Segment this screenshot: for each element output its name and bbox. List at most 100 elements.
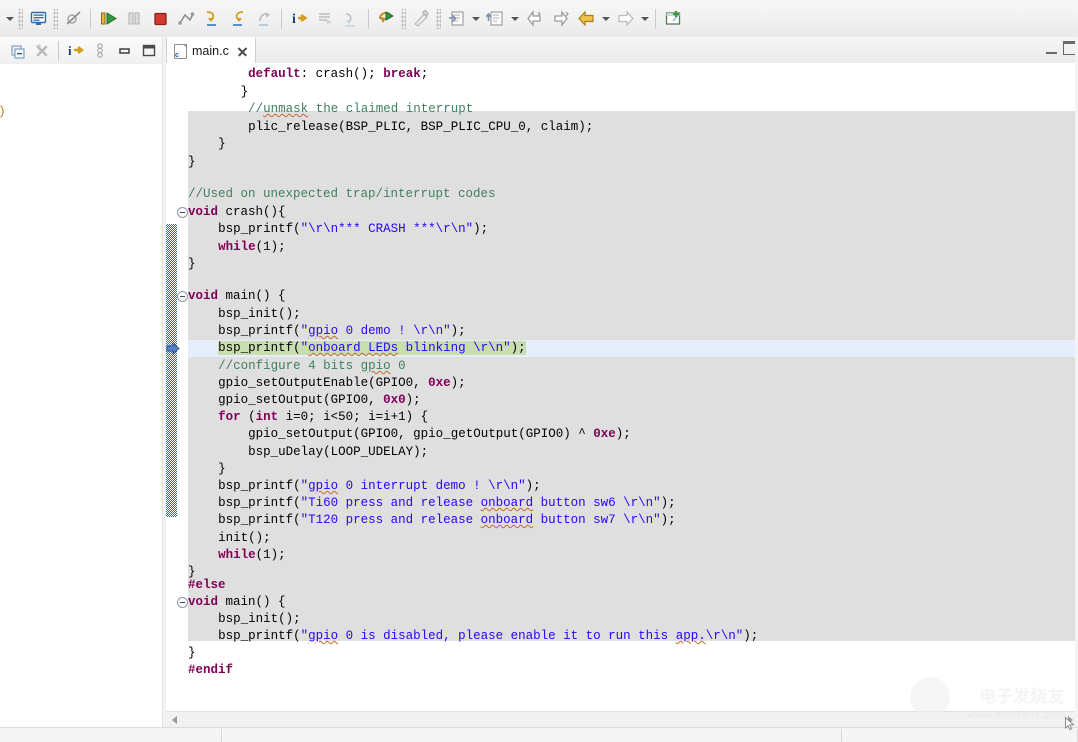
code-line[interactable]: while(1); xyxy=(218,547,286,565)
dots-handle[interactable] xyxy=(436,9,441,29)
code-line[interactable]: gpio_setOutputEnable(GPIO0, 0xe); xyxy=(218,375,466,393)
new-console-view-button[interactable] xyxy=(25,6,51,32)
fold-collapse-icon[interactable] xyxy=(177,291,188,302)
scroll-left-icon[interactable] xyxy=(166,712,182,728)
resume-icon xyxy=(99,9,118,28)
suspend-icon xyxy=(125,9,144,28)
code-line[interactable]: } xyxy=(218,136,226,154)
maximize-view-button[interactable] xyxy=(137,40,159,62)
code-token: main() { xyxy=(226,595,286,609)
skip-all-breakpoints-button[interactable] xyxy=(60,6,86,32)
back-dropdown-arrow[interactable] xyxy=(599,6,612,32)
code-token: onboard xyxy=(481,496,534,510)
back-arrow-icon xyxy=(577,9,596,28)
code-line[interactable]: bsp_printf("gpio 0 demo ! \r\n"); xyxy=(218,323,466,341)
collapse-all-button[interactable] xyxy=(6,40,28,62)
minimize-icon[interactable] xyxy=(1046,43,1057,54)
back-button[interactable] xyxy=(573,6,599,32)
code-line[interactable]: init(); xyxy=(218,530,271,548)
code-line[interactable]: //Used on unexpected trap/interrupt code… xyxy=(188,186,496,204)
code-token: gpio_setOutput(GPIO0, gpio_getOutput(GPI… xyxy=(248,427,593,441)
code-line[interactable]: while(1); xyxy=(218,239,286,257)
resume-button[interactable] xyxy=(95,6,121,32)
view-toolbar: i xyxy=(0,37,170,65)
code-line[interactable]: } xyxy=(188,154,196,172)
fold-collapse-icon[interactable] xyxy=(177,597,188,608)
step-return-button[interactable] xyxy=(251,6,277,32)
fold-collapse-icon[interactable] xyxy=(177,207,188,218)
code-line[interactable]: bsp_init(); xyxy=(218,611,301,629)
code-line[interactable]: plic_release(BSP_PLIC, BSP_PLIC_CPU_0, c… xyxy=(248,119,593,137)
code-line[interactable]: bsp_printf("T120 press and release onboa… xyxy=(218,512,676,530)
editor-horizontal-scrollbar[interactable] xyxy=(166,711,1078,728)
code-token: 0xe xyxy=(593,427,616,441)
step-over-button[interactable] xyxy=(225,6,251,32)
view-menu-button[interactable] xyxy=(89,40,111,62)
new-editor-button[interactable] xyxy=(660,6,686,32)
code-token: } xyxy=(188,646,196,660)
toolbar-overflow-arrow[interactable] xyxy=(3,6,16,32)
forward-button[interactable] xyxy=(612,6,638,32)
code-line[interactable]: bsp_printf("gpio 0 is disabled, please e… xyxy=(218,628,758,646)
instruction-stepping-button[interactable]: i xyxy=(286,6,312,32)
code-line[interactable]: void main() { xyxy=(188,288,286,306)
dots-handle[interactable] xyxy=(18,9,23,29)
editor-tab-main-c[interactable]: c main.c xyxy=(166,37,256,63)
code-line[interactable]: } xyxy=(188,645,196,663)
code-token: bsp_printf( xyxy=(218,341,301,355)
code-line[interactable]: #else xyxy=(188,577,226,595)
forward-dropdown-arrow[interactable] xyxy=(638,6,651,32)
code-line[interactable]: bsp_printf("Ti60 press and release onboa… xyxy=(218,495,676,513)
import-dropdown-arrow[interactable] xyxy=(469,6,482,32)
previous-annotation-button[interactable] xyxy=(521,6,547,32)
code-line[interactable]: } xyxy=(241,84,249,102)
code-token: 0xe xyxy=(428,376,451,390)
dots-handle[interactable] xyxy=(401,9,406,29)
code-line[interactable]: for (int i=0; i<50; i=i+1) { xyxy=(218,409,428,427)
minimize-view-button[interactable] xyxy=(113,40,135,62)
code-text-area[interactable]: case SYSTEM_PLIC_SYSTEM_GPIO_0_IO_INTERR… xyxy=(178,63,1078,711)
code-editor[interactable]: case SYSTEM_PLIC_SYSTEM_GPIO_0_IO_INTERR… xyxy=(166,63,1078,711)
code-token: default xyxy=(248,67,301,81)
code-token: ( xyxy=(248,410,256,424)
remove-all-terminated-button[interactable] xyxy=(30,40,52,62)
disconnect-button[interactable] xyxy=(173,6,199,32)
bottom-status-strip xyxy=(0,727,1078,742)
import-button[interactable] xyxy=(443,6,469,32)
next-annotation-button[interactable] xyxy=(547,6,573,32)
code-token: " xyxy=(301,341,309,355)
code-line[interactable]: bsp_printf("onboard LEDs blinking \r\n")… xyxy=(218,340,526,358)
step-into-button[interactable] xyxy=(199,6,225,32)
run-button[interactable] xyxy=(373,6,399,32)
drop-to-frame-button[interactable] xyxy=(312,6,338,32)
export-dropdown-arrow[interactable] xyxy=(508,6,521,32)
step-return-icon xyxy=(255,9,274,28)
code-line[interactable]: void crash(){ xyxy=(188,204,286,222)
code-line[interactable]: gpio_setOutput(GPIO0, gpio_getOutput(GPI… xyxy=(248,426,631,444)
code-line[interactable]: //unmask the claimed interrupt xyxy=(248,101,473,119)
suspend-button[interactable] xyxy=(121,6,147,32)
terminate-button[interactable] xyxy=(147,6,173,32)
code-line[interactable]: void main() { xyxy=(188,594,286,612)
export-button[interactable] xyxy=(482,6,508,32)
code-line[interactable]: //configure 4 bits gpio 0 xyxy=(218,358,406,376)
terminate-icon xyxy=(151,9,170,28)
code-line[interactable]: default: crash(); break; xyxy=(248,66,428,84)
instruction-stepping-toggle[interactable]: i xyxy=(65,40,87,62)
code-line[interactable]: bsp_uDelay(LOOP_UDELAY); xyxy=(248,444,428,462)
code-line[interactable]: bsp_printf("gpio 0 interrupt demo ! \r\n… xyxy=(218,478,541,496)
code-line[interactable]: } xyxy=(188,256,196,274)
use-step-filters-button[interactable] xyxy=(338,6,364,32)
chevron-down-icon xyxy=(511,17,519,21)
build-button[interactable] xyxy=(408,6,434,32)
code-line[interactable]: #endif xyxy=(188,662,233,680)
left-view-pane: ) xyxy=(0,64,163,741)
scrollbar-track[interactable] xyxy=(182,712,1062,728)
code-line[interactable]: bsp_printf("\r\n*** CRASH ***\r\n"); xyxy=(218,221,488,239)
code-line[interactable]: bsp_init(); xyxy=(218,306,301,324)
dots-handle[interactable] xyxy=(53,9,58,29)
code-line[interactable]: gpio_setOutput(GPIO0, 0x0); xyxy=(218,392,421,410)
close-icon[interactable] xyxy=(237,46,248,57)
code-token: i=0; i<50; i=i+1) { xyxy=(286,410,429,424)
code-line[interactable]: } xyxy=(218,461,226,479)
